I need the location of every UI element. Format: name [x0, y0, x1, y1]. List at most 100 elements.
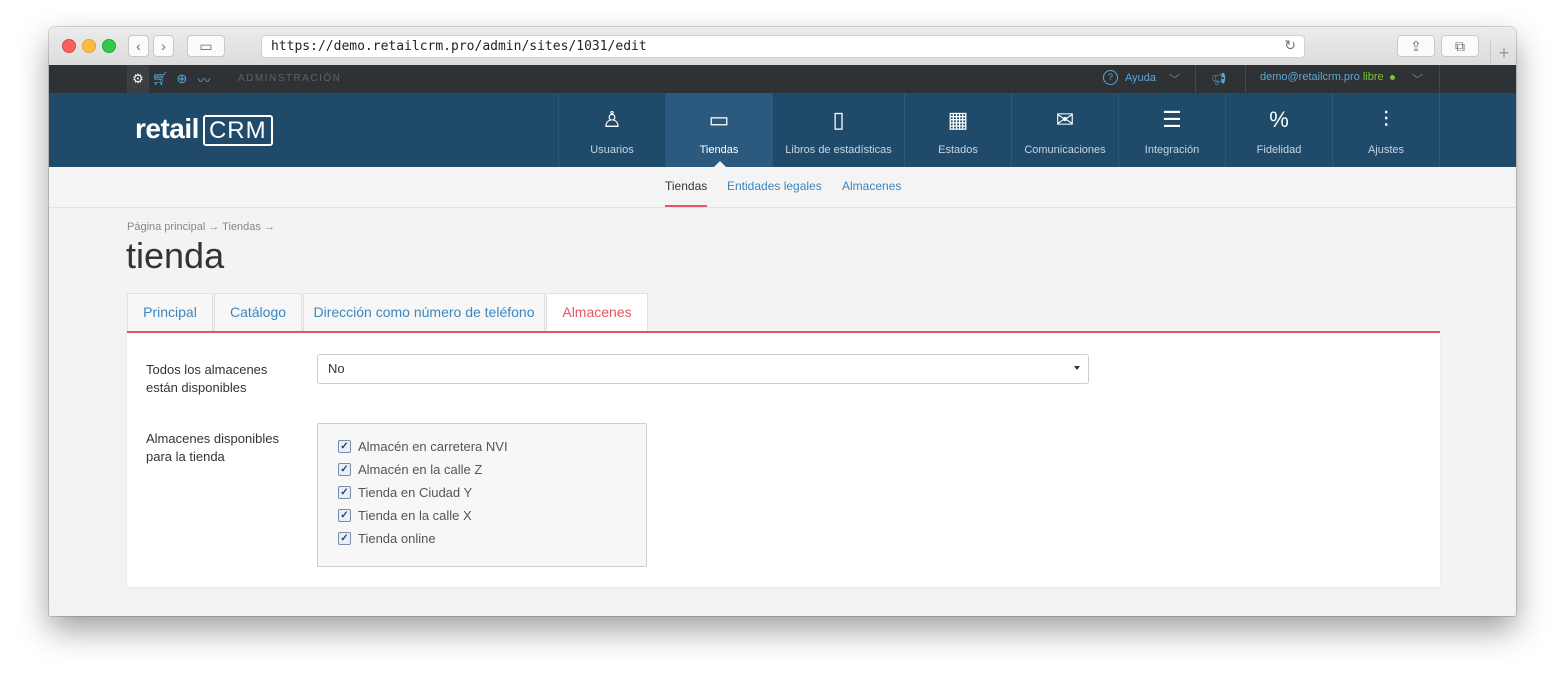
- nav-label: Libros de estadísticas: [785, 144, 892, 156]
- browser-window: ‹ › ▭ https://demo.retailcrm.pro/admin/s…: [49, 27, 1516, 616]
- divider: [1245, 65, 1246, 93]
- envelope-icon: ✉: [1055, 107, 1075, 132]
- subnav-tiendas[interactable]: Tiendas: [665, 179, 707, 193]
- admin-topbar: ⚙ 🛒︎ ⊕ 〰 ADMINSTRACIÓN ? Ayuda ﹀ 📢︎ demo…: [49, 65, 1516, 93]
- back-button[interactable]: ‹: [128, 35, 149, 57]
- crosshair-icon[interactable]: ⊕: [171, 71, 193, 87]
- warehouse-option[interactable]: ✓ Tienda online: [338, 528, 436, 548]
- nav-label: Estados: [938, 144, 978, 156]
- nav-usuarios[interactable]: ♙ Usuarios: [558, 93, 665, 167]
- user-icon: ♙: [602, 107, 622, 132]
- nav-estados[interactable]: ▦ Estados: [904, 93, 1011, 167]
- warehouse-checkbox-list: ✓ Almacén en carretera NVI ✓ Almacén en …: [317, 423, 647, 567]
- warehouse-label: Tienda en Ciudad Y: [358, 484, 473, 500]
- subnav-almacenes[interactable]: Almacenes: [842, 179, 901, 193]
- warehouse-option[interactable]: ✓ Tienda en la calle X: [338, 505, 472, 525]
- divider: [1439, 65, 1440, 93]
- zoom-window-button[interactable]: [102, 39, 116, 53]
- lines-icon: ☰: [1162, 107, 1182, 132]
- address-bar[interactable]: https://demo.retailcrm.pro/admin/sites/1…: [261, 35, 1305, 58]
- help-label: Ayuda: [1125, 71, 1156, 84]
- warehouse-option[interactable]: ✓ Almacén en carretera NVI: [338, 436, 508, 456]
- all-warehouses-select[interactable]: No: [317, 354, 1089, 384]
- chevron-left-icon: ‹: [136, 38, 141, 54]
- checkbox-checked[interactable]: ✓: [338, 439, 351, 453]
- tabs-icon: ⧉: [1455, 38, 1465, 54]
- status-dot-icon: [1389, 74, 1395, 80]
- nav-label: Fidelidad: [1256, 144, 1302, 156]
- page-title: tienda: [126, 235, 225, 276]
- chevron-down-icon[interactable]: ﹀: [1412, 71, 1423, 87]
- chevron-right-icon: ›: [161, 38, 166, 54]
- plus-icon: +: [1498, 43, 1510, 63]
- caret-down-icon: [1074, 366, 1080, 370]
- nav-ajustes[interactable]: ⫶ Ajustes: [1332, 93, 1440, 167]
- user-email: demo@retailcrm.pro: [1260, 71, 1360, 83]
- grid-icon: ▦: [947, 107, 969, 132]
- tab-direccion[interactable]: Dirección como número de teléfono: [303, 293, 545, 331]
- chevron-down-icon[interactable]: ﹀: [1169, 71, 1180, 87]
- all-warehouses-label: Todos los almacenes están disponibles: [146, 362, 268, 395]
- percent-tag-icon: %: [1269, 107, 1289, 132]
- user-menu[interactable]: demo@retailcrm.pro libre: [1260, 71, 1395, 83]
- tab-principal[interactable]: Principal: [127, 293, 213, 331]
- tabs-overview-button[interactable]: ⧉: [1441, 35, 1479, 57]
- retailcrm-logo[interactable]: retail CRM: [135, 113, 273, 146]
- browser-toolbar: ‹ › ▭ https://demo.retailcrm.pro/admin/s…: [49, 27, 1516, 66]
- sub-navigation: Tiendas Entidades legales Almacenes: [49, 167, 1516, 208]
- warehouse-option[interactable]: ✓ Almacén en la calle Z: [338, 459, 482, 479]
- tab-catalogo[interactable]: Catálogo: [214, 293, 302, 331]
- minimize-window-button[interactable]: [82, 39, 96, 53]
- warehouse-label: Tienda online: [358, 530, 436, 546]
- checkbox-checked[interactable]: ✓: [338, 462, 351, 476]
- active-underline: [665, 205, 707, 207]
- warehouse-option[interactable]: ✓ Tienda en Ciudad Y: [338, 482, 472, 502]
- nav-tiendas[interactable]: ▭ Tiendas: [665, 93, 772, 167]
- nav-integracion[interactable]: ☰ Integración: [1118, 93, 1225, 167]
- divider: [1195, 65, 1196, 93]
- store-window-icon: ▭: [708, 107, 730, 132]
- gear-icon[interactable]: ⚙: [127, 65, 149, 93]
- checkbox-checked[interactable]: ✓: [338, 508, 351, 522]
- breadcrumb[interactable]: Página principal → Tiendas →: [127, 221, 275, 233]
- chart-icon[interactable]: 〰: [193, 70, 215, 89]
- user-status: libre: [1362, 71, 1384, 83]
- section-title: ADMINSTRACIÓN: [238, 73, 342, 84]
- sidebar-toggle-button[interactable]: ▭: [187, 35, 225, 57]
- question-icon: ?: [1103, 70, 1118, 85]
- sliders-icon: ⫶: [1383, 107, 1389, 132]
- nav-label: Usuarios: [590, 144, 634, 156]
- forward-button[interactable]: ›: [153, 35, 174, 57]
- nav-label: Comunicaciones: [1024, 144, 1106, 156]
- share-button[interactable]: ⇪: [1397, 35, 1435, 57]
- main-header: retail CRM ♙ Usuarios ▭ Tiendas ▯ Libros …: [49, 93, 1516, 167]
- warehouse-label: Tienda en la calle X: [358, 507, 472, 523]
- url-text: https://demo.retailcrm.pro/admin/sites/1…: [271, 39, 647, 54]
- logo-prefix: retail: [135, 113, 199, 144]
- checkbox-checked[interactable]: ✓: [338, 531, 351, 545]
- settings-panel: Todos los almacenes están disponibles No…: [127, 331, 1440, 587]
- checkbox-checked[interactable]: ✓: [338, 485, 351, 499]
- nav-label: Tiendas: [699, 144, 739, 156]
- share-icon: ⇪: [1410, 38, 1422, 54]
- tab-almacenes[interactable]: Almacenes: [546, 293, 648, 332]
- logo-crm: CRM: [202, 115, 273, 146]
- nav-fidelidad[interactable]: % Fidelidad: [1225, 93, 1332, 167]
- megaphone-icon[interactable]: 📢︎: [1211, 72, 1226, 86]
- select-value: No: [328, 361, 345, 376]
- subnav-entidades-legales[interactable]: Entidades legales: [727, 179, 822, 193]
- book-icon: ▯: [832, 107, 845, 132]
- warehouse-label: Almacén en carretera NVI: [358, 438, 508, 454]
- nav-label: Ajustes: [1367, 144, 1405, 156]
- new-tab-button[interactable]: +: [1490, 41, 1516, 65]
- available-warehouses-label: Almacenes disponibles para la tienda: [146, 431, 279, 464]
- help-link[interactable]: ? Ayuda: [1103, 70, 1156, 85]
- nav-label: Integración: [1144, 144, 1200, 156]
- close-window-button[interactable]: [62, 39, 76, 53]
- cart-icon[interactable]: 🛒︎: [149, 71, 171, 87]
- reload-icon[interactable]: ↻: [1284, 37, 1296, 54]
- nav-comunicaciones[interactable]: ✉ Comunicaciones: [1011, 93, 1118, 167]
- sidebar-icon: ▭: [199, 38, 213, 54]
- nav-libros[interactable]: ▯ Libros de estadísticas: [772, 93, 904, 167]
- warehouse-label: Almacén en la calle Z: [358, 461, 483, 477]
